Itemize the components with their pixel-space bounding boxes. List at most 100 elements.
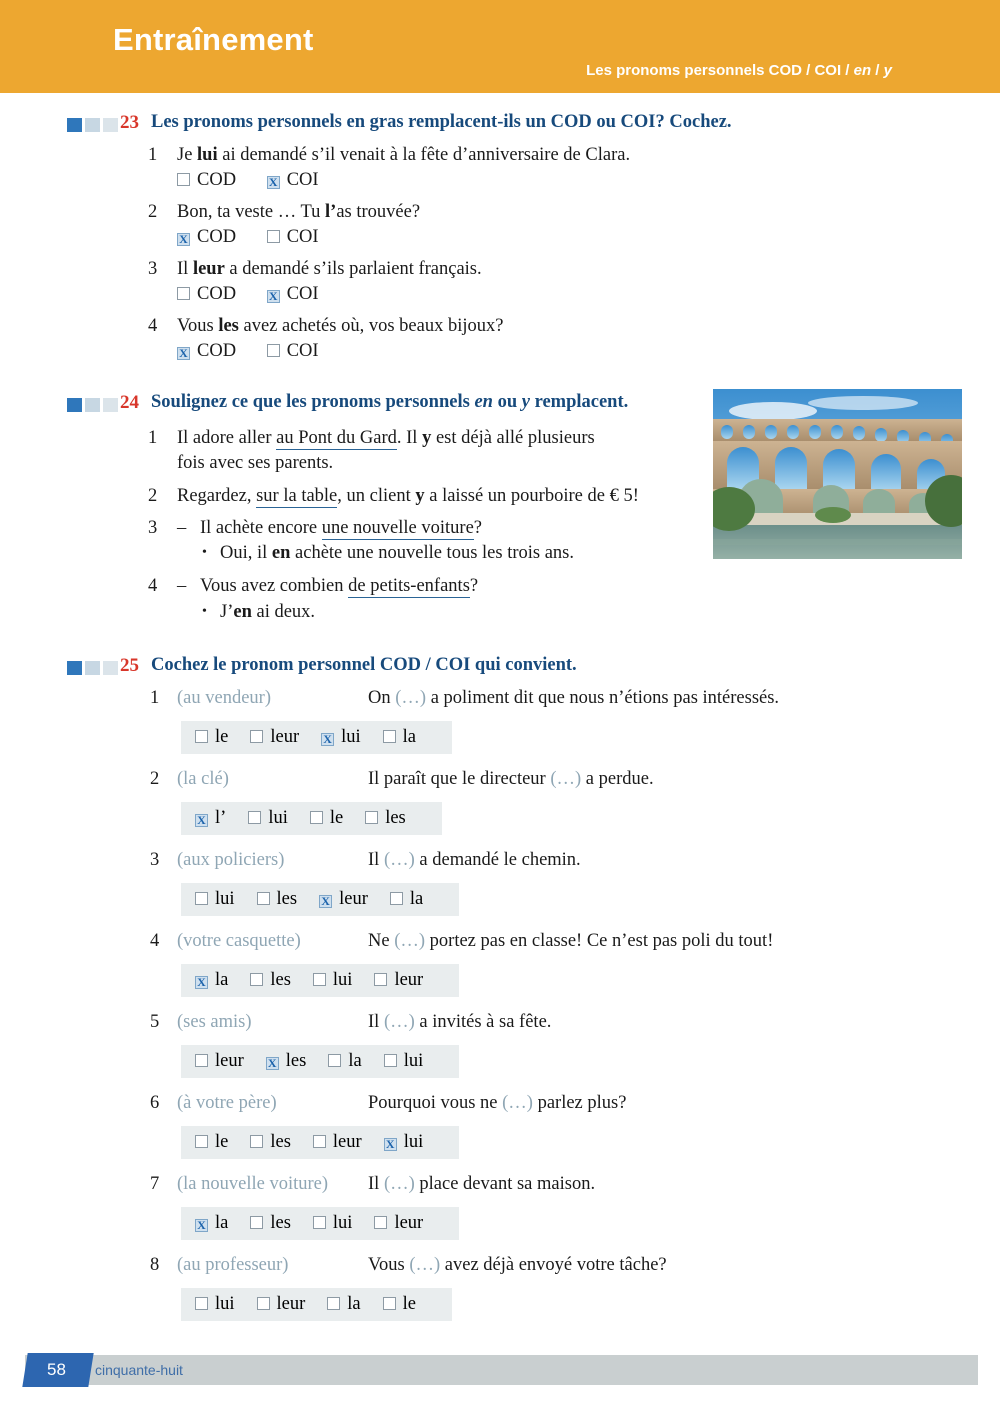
checkbox-unchecked[interactable] xyxy=(250,730,264,743)
ex25-item-3-option-leur[interactable]: Xleur xyxy=(319,883,368,916)
checkbox-unchecked[interactable] xyxy=(374,1216,388,1229)
ex25-item-1-option-le[interactable]: le xyxy=(195,721,228,754)
subtitle-part-2: / xyxy=(871,62,884,79)
ex25-item-2-option-l[interactable]: Xl’ xyxy=(195,802,226,835)
ex25-item-3-option-lui[interactable]: lui xyxy=(195,883,235,916)
exercise-25-header: 25 Cochez le pronom personnel COD / COI … xyxy=(0,655,1000,681)
checkbox-unchecked[interactable] xyxy=(195,730,208,743)
checkbox-unchecked[interactable] xyxy=(248,811,262,824)
ex25-item-4-option-leur[interactable]: leur xyxy=(374,964,423,997)
checkbox-unchecked[interactable] xyxy=(195,1054,208,1067)
checkbox-unchecked[interactable] xyxy=(382,730,396,743)
ex25-item-2-option-lui[interactable]: lui xyxy=(248,802,288,835)
checkbox-checked[interactable]: X xyxy=(321,733,335,746)
ex25-item-5-sentence: Il (…) a invités à sa fête. xyxy=(368,1012,551,1033)
ex23-item-4-option-coi[interactable]: COI xyxy=(266,341,319,362)
ex23-item-4-option-cod[interactable]: X COD xyxy=(177,341,236,362)
ex23-item-4-pre: Vous xyxy=(177,316,219,336)
checkbox-unchecked[interactable] xyxy=(195,1135,208,1148)
checkbox-checked[interactable]: X xyxy=(319,895,333,908)
checkbox-unchecked[interactable] xyxy=(266,344,280,357)
option-label: lui xyxy=(215,889,235,909)
checkbox-unchecked[interactable] xyxy=(389,892,403,905)
ex25-item-3-sentence: Il (…) a demandé le chemin. xyxy=(368,850,581,871)
ex25-item-3-option-la[interactable]: la xyxy=(389,883,423,916)
ex25-item-7-option-les[interactable]: les xyxy=(250,1207,291,1240)
checkbox-unchecked[interactable] xyxy=(327,1297,341,1310)
ex25-item-7-option-lui[interactable]: lui xyxy=(312,1207,352,1240)
checkbox-unchecked[interactable] xyxy=(328,1054,342,1067)
checkbox-unchecked[interactable] xyxy=(312,1216,326,1229)
checkbox-unchecked[interactable] xyxy=(312,973,326,986)
ex25-item-8-option-leur[interactable]: leur xyxy=(256,1288,305,1321)
checkbox-unchecked[interactable] xyxy=(195,892,208,905)
ex23-item-2-option-cod[interactable]: X COD xyxy=(177,227,236,248)
ex25-item-2-option-les[interactable]: les xyxy=(365,802,406,835)
ex25-item-4-option-les[interactable]: les xyxy=(250,964,291,997)
ex25-item-5-option-les[interactable]: Xles xyxy=(265,1045,306,1078)
checkbox-unchecked[interactable] xyxy=(266,230,280,243)
checkbox-checked[interactable]: X xyxy=(265,1057,279,1070)
ex25-item-4-cue: (votre casquette) xyxy=(177,931,301,951)
checkbox-unchecked[interactable] xyxy=(250,973,264,986)
ex25-item-2-option-le[interactable]: le xyxy=(309,802,343,835)
ex25-item-1-option-la[interactable]: la xyxy=(382,721,416,754)
checkbox-unchecked[interactable] xyxy=(312,1135,326,1148)
ex23-item-3-sentence: Il leur a demandé s’ils parlaient frança… xyxy=(177,259,482,280)
ex25-item-3-option-les[interactable]: les xyxy=(256,883,297,916)
checkbox-unchecked[interactable] xyxy=(177,173,190,186)
ex25-item-7-sentence: Il (…) place devant sa maison. xyxy=(368,1174,595,1195)
ex23-item-3-options: COD X COI xyxy=(177,284,319,305)
option-label: lui xyxy=(268,808,288,828)
checkbox-checked[interactable]: X xyxy=(177,233,190,246)
checkbox-unchecked[interactable] xyxy=(250,1135,264,1148)
ex25-item-6-option-le[interactable]: le xyxy=(195,1126,228,1159)
checkbox-checked[interactable]: X xyxy=(266,176,280,189)
ex25-item-1-option-lui[interactable]: Xlui xyxy=(321,721,361,754)
ex25-item-8-option-lui[interactable]: lui xyxy=(195,1288,235,1321)
ex25-item-4-option-la[interactable]: Xla xyxy=(195,964,228,997)
checkbox-unchecked[interactable] xyxy=(309,811,323,824)
checkbox-checked[interactable]: X xyxy=(195,814,208,827)
ex25-item-5-option-lui[interactable]: lui xyxy=(383,1045,423,1078)
ex25-item-5-option-la[interactable]: la xyxy=(328,1045,362,1078)
ex23-item-3-option-cod[interactable]: COD xyxy=(177,284,236,305)
ex24-i2-underlined-answer: sur la table xyxy=(256,486,338,508)
checkbox-checked[interactable]: X xyxy=(266,290,280,303)
checkbox-checked[interactable]: X xyxy=(195,976,208,989)
checkbox-unchecked[interactable] xyxy=(365,811,379,824)
ex24-title-part-1: Soulignez ce que les pronoms personnels xyxy=(151,392,475,412)
ex25-item-4-option-lui[interactable]: lui xyxy=(312,964,352,997)
ex25-item-5-option-leur[interactable]: leur xyxy=(195,1045,244,1078)
option-label: COD xyxy=(197,170,237,190)
ex23-item-3-option-coi[interactable]: X COI xyxy=(266,284,319,305)
sentence-gap-marker: (…) xyxy=(395,688,427,708)
checkbox-checked[interactable]: X xyxy=(195,1219,208,1232)
ex23-item-2-option-coi[interactable]: COI xyxy=(266,227,319,248)
ex23-item-1-option-coi[interactable]: X COI xyxy=(266,170,319,191)
checkbox-unchecked[interactable] xyxy=(177,287,190,300)
option-label: leur xyxy=(332,1132,362,1152)
ex23-item-4-bold-pronoun: les xyxy=(218,316,239,336)
subtitle-part-1: Les pronoms personnels COD / COI / xyxy=(586,62,854,79)
ex25-item-6-option-leur[interactable]: leur xyxy=(312,1126,362,1159)
checkbox-unchecked[interactable] xyxy=(256,892,270,905)
ex25-item-7-option-leur[interactable]: leur xyxy=(374,1207,423,1240)
checkbox-unchecked[interactable] xyxy=(383,1054,397,1067)
checkbox-unchecked[interactable] xyxy=(195,1297,208,1310)
checkbox-checked[interactable]: X xyxy=(177,347,190,360)
checkbox-unchecked[interactable] xyxy=(250,1216,264,1229)
difficulty-square-1-icon xyxy=(67,398,82,412)
checkbox-checked[interactable]: X xyxy=(383,1138,397,1151)
checkbox-unchecked[interactable] xyxy=(374,973,388,986)
ex25-item-6-option-les[interactable]: les xyxy=(250,1126,291,1159)
ex25-item-6-option-lui[interactable]: Xlui xyxy=(383,1126,423,1159)
ex25-item-7-option-la[interactable]: Xla xyxy=(195,1207,228,1240)
checkbox-unchecked[interactable] xyxy=(382,1297,396,1310)
ex25-item-1-option-leur[interactable]: leur xyxy=(250,721,299,754)
exercise-23-number: 23 xyxy=(120,112,139,133)
ex25-item-8-option-le[interactable]: le xyxy=(382,1288,416,1321)
ex25-item-8-option-la[interactable]: la xyxy=(327,1288,361,1321)
ex23-item-1-option-cod[interactable]: COD xyxy=(177,170,236,191)
checkbox-unchecked[interactable] xyxy=(256,1297,270,1310)
